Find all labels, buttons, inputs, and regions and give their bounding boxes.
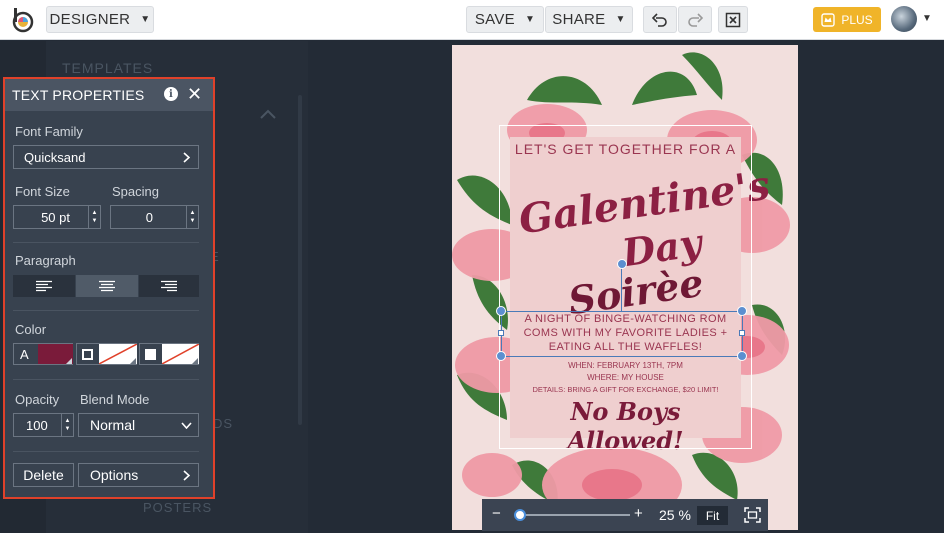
blend-mode-label: Blend Mode bbox=[80, 392, 150, 407]
divider bbox=[13, 242, 199, 243]
font-family-select[interactable]: Quicksand bbox=[13, 145, 199, 169]
opacity-input[interactable]: 100 ▲ ▼ bbox=[13, 413, 74, 437]
chevron-right-icon bbox=[183, 470, 190, 481]
resize-handle-top-right[interactable] bbox=[737, 306, 747, 316]
background-color-picker[interactable] bbox=[139, 343, 199, 365]
plus-label: PLUS bbox=[841, 12, 873, 27]
chevron-right-icon bbox=[183, 152, 190, 163]
align-right-button[interactable] bbox=[139, 275, 199, 297]
zoom-level: 25 % bbox=[659, 507, 691, 523]
color-label: Color bbox=[15, 322, 47, 337]
panel-title: TEXT PROPERTIES bbox=[12, 87, 145, 103]
undo-icon bbox=[652, 12, 667, 27]
spacing-input[interactable]: 0 ▲ ▼ bbox=[110, 205, 199, 229]
zoom-bar: − + 25 % Fit bbox=[482, 499, 768, 531]
spacing-label: Spacing bbox=[112, 184, 159, 199]
text-properties-panel: TEXT PROPERTIES i ✕ Font Family Quicksan… bbox=[3, 77, 215, 499]
designer-mode-label: DESIGNER bbox=[49, 11, 131, 28]
fit-button[interactable]: Fit bbox=[697, 506, 728, 525]
selection-border bbox=[501, 356, 743, 357]
resize-handle-right[interactable] bbox=[739, 330, 745, 336]
resize-handle-top-left[interactable] bbox=[496, 306, 506, 316]
chevron-up-icon[interactable] bbox=[260, 109, 276, 119]
designer-mode-dropdown[interactable]: DESIGNER ▼ bbox=[46, 6, 154, 33]
divider bbox=[13, 451, 199, 452]
dropdown-corner-icon bbox=[192, 358, 198, 364]
dropdown-corner-icon bbox=[66, 358, 72, 364]
spacing-value: 0 bbox=[145, 209, 153, 225]
sidebar-partial-label: DS bbox=[213, 416, 234, 431]
design-canvas[interactable]: LET'S GET TOGETHER FOR A Galentine's Day… bbox=[452, 45, 798, 530]
font-size-label: Font Size bbox=[15, 184, 70, 199]
fit-label: Fit bbox=[705, 508, 720, 523]
fullscreen-icon[interactable] bbox=[744, 507, 761, 523]
options-button[interactable]: Options bbox=[78, 463, 199, 487]
zoom-out-button[interactable]: − bbox=[492, 505, 501, 522]
resize-handle-bottom-right[interactable] bbox=[737, 351, 747, 361]
font-family-label: Font Family bbox=[15, 124, 83, 139]
rotate-handle[interactable] bbox=[617, 259, 627, 269]
share-button[interactable]: SHARE ▼ bbox=[545, 6, 633, 33]
app-logo[interactable] bbox=[10, 7, 36, 33]
crown-icon bbox=[821, 12, 836, 27]
undo-button[interactable] bbox=[643, 6, 677, 33]
chevron-down-icon: ▼ bbox=[615, 14, 626, 25]
blend-mode-value: Normal bbox=[90, 417, 136, 433]
text-color-picker[interactable]: A bbox=[13, 343, 73, 365]
plus-upgrade-button[interactable]: PLUS bbox=[813, 7, 881, 32]
align-left-button[interactable] bbox=[13, 275, 75, 297]
blend-mode-select[interactable]: Normal bbox=[78, 413, 199, 437]
stroke-icon bbox=[82, 349, 93, 360]
zoom-slider-track[interactable] bbox=[518, 514, 630, 516]
selection-border bbox=[501, 311, 743, 312]
delete-label: Delete bbox=[23, 467, 64, 483]
save-label: SAVE bbox=[474, 11, 515, 28]
align-right-icon bbox=[161, 280, 177, 292]
close-icon[interactable]: ✕ bbox=[187, 84, 202, 104]
zoom-in-button[interactable]: + bbox=[634, 505, 643, 522]
group-bounding-box bbox=[499, 125, 752, 449]
info-icon[interactable]: i bbox=[164, 87, 178, 101]
chevron-down-icon bbox=[181, 422, 192, 429]
opacity-value: 100 bbox=[26, 417, 48, 433]
save-button[interactable]: SAVE ▼ bbox=[466, 6, 544, 33]
chevron-down-icon: ▼ bbox=[140, 14, 151, 25]
avatar[interactable] bbox=[891, 6, 917, 32]
font-size-value: 50 pt bbox=[41, 209, 70, 225]
share-label: SHARE bbox=[552, 11, 606, 28]
top-toolbar: DESIGNER ▼ SAVE ▼ SHARE ▼ PLUS ▼ bbox=[0, 0, 944, 40]
chevron-down-icon[interactable]: ▼ bbox=[922, 13, 932, 24]
sidebar-templates-label[interactable]: TEMPLATES bbox=[62, 60, 153, 76]
text-color-letter: A bbox=[20, 347, 29, 362]
sidebar-scrollbar[interactable] bbox=[298, 95, 302, 425]
close-document-button[interactable] bbox=[718, 6, 748, 33]
divider bbox=[13, 379, 199, 380]
redo-button[interactable] bbox=[678, 6, 712, 33]
fill-icon bbox=[145, 349, 156, 360]
dropdown-corner-icon bbox=[130, 358, 136, 364]
delete-button[interactable]: Delete bbox=[13, 463, 74, 487]
rotate-handle-stem bbox=[621, 265, 622, 311]
close-doc-icon bbox=[725, 12, 741, 27]
divider bbox=[13, 310, 199, 311]
paragraph-label: Paragraph bbox=[15, 253, 76, 268]
stroke-color-picker[interactable] bbox=[76, 343, 137, 365]
resize-handle-bottom-left[interactable] bbox=[496, 351, 506, 361]
opacity-label: Opacity bbox=[15, 392, 60, 407]
font-family-value: Quicksand bbox=[24, 149, 86, 165]
zoom-slider-handle[interactable] bbox=[514, 509, 527, 521]
resize-handle-left[interactable] bbox=[498, 330, 504, 336]
redo-icon bbox=[688, 12, 703, 27]
opacity-stepper[interactable]: ▲ ▼ bbox=[61, 414, 73, 436]
spacing-stepper[interactable]: ▲ ▼ bbox=[186, 206, 198, 228]
options-label: Options bbox=[90, 467, 139, 483]
sidebar-posters-label[interactable]: POSTERS bbox=[143, 500, 212, 515]
align-left-icon bbox=[36, 280, 52, 292]
panel-header: TEXT PROPERTIES i ✕ bbox=[5, 79, 213, 111]
align-center-button[interactable] bbox=[76, 275, 138, 297]
align-center-icon bbox=[99, 280, 115, 292]
font-size-input[interactable]: 50 pt ▲ ▼ bbox=[13, 205, 101, 229]
font-size-stepper[interactable]: ▲ ▼ bbox=[88, 206, 100, 228]
chevron-down-icon: ▼ bbox=[524, 14, 536, 25]
